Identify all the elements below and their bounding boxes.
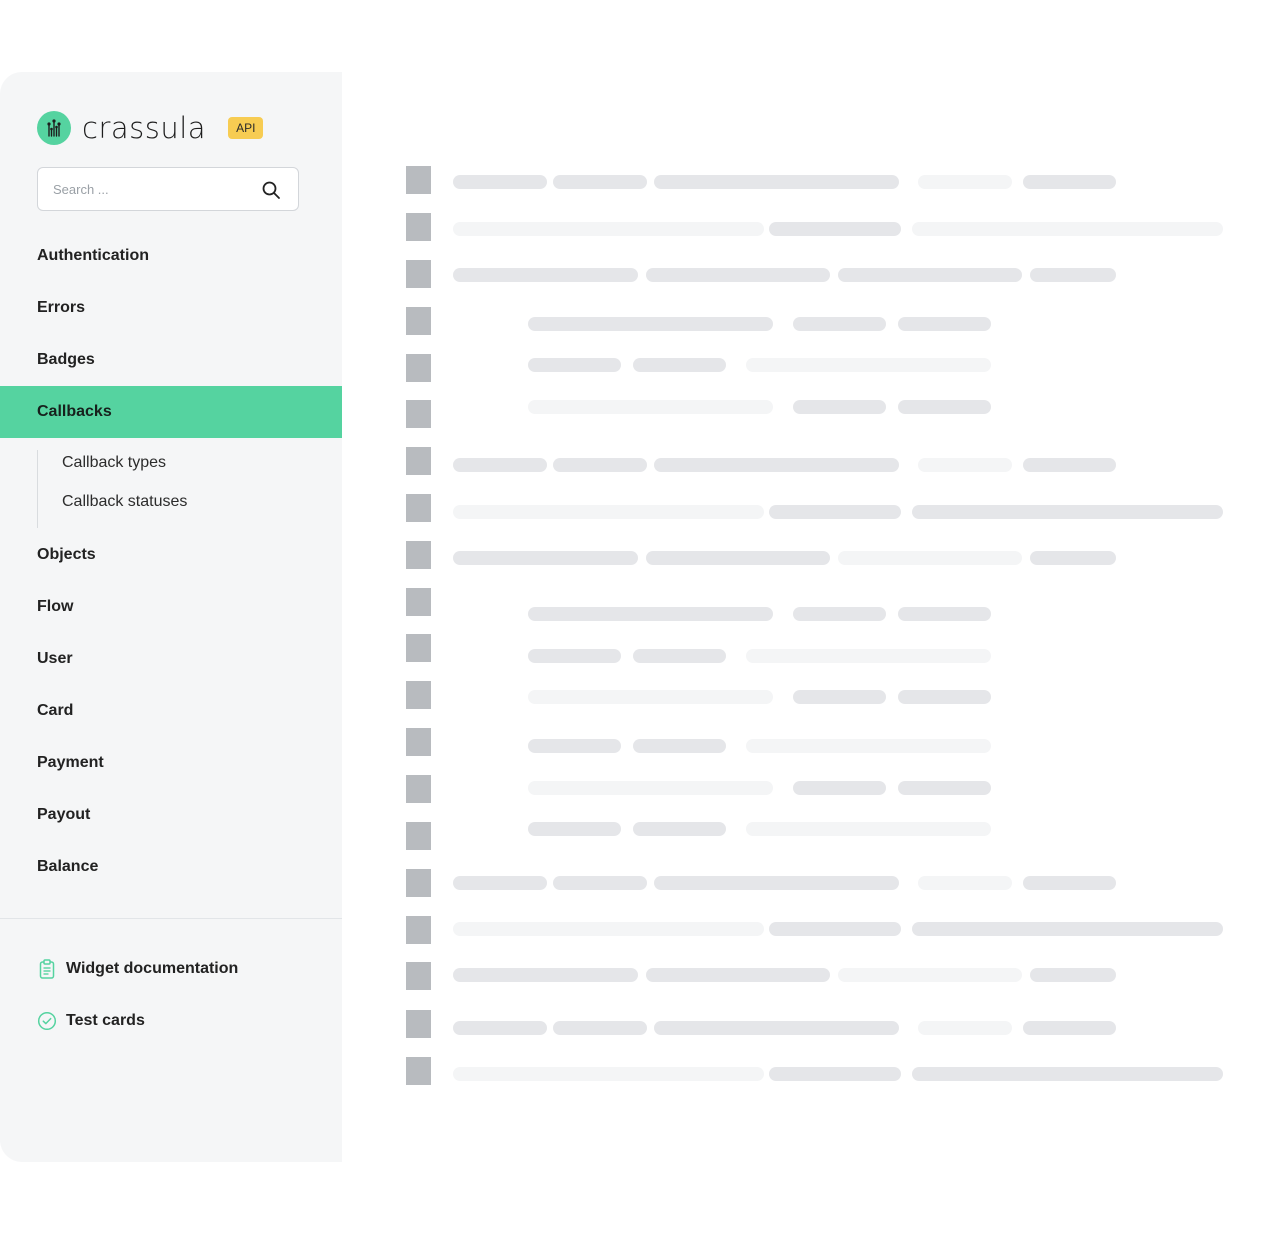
skeleton-bar: [769, 222, 901, 236]
skeleton-marker: [406, 213, 431, 241]
skeleton-bar: [528, 400, 773, 414]
skeleton-bar: [912, 505, 1223, 519]
skeleton-bar: [769, 1067, 901, 1081]
skeleton-marker: [406, 354, 431, 382]
skeleton-bar: [793, 607, 886, 621]
skeleton-bar: [528, 739, 621, 753]
skeleton-bar: [453, 876, 547, 890]
skeleton-bar: [1023, 876, 1116, 890]
skeleton-bar: [553, 1021, 647, 1035]
skeleton-bar: [1030, 551, 1116, 565]
skeleton-bar: [838, 268, 1022, 282]
skeleton-bar: [553, 458, 647, 472]
skeleton-marker: [406, 681, 431, 709]
skeleton-bar: [793, 781, 886, 795]
skeleton-bar: [918, 458, 1012, 472]
skeleton-marker: [406, 494, 431, 522]
skeleton-bar: [528, 358, 621, 372]
skeleton-bar: [633, 649, 726, 663]
skeleton-marker: [406, 822, 431, 850]
skeleton-marker: [406, 307, 431, 335]
skeleton-marker: [406, 775, 431, 803]
skeleton-bar: [746, 822, 991, 836]
skeleton-marker: [406, 916, 431, 944]
skeleton-bar: [553, 175, 647, 189]
skeleton-bar: [633, 822, 726, 836]
skeleton-bar: [918, 876, 1012, 890]
skeleton-bar: [1023, 1021, 1116, 1035]
skeleton-bar: [746, 358, 991, 372]
skeleton-bar: [898, 781, 991, 795]
skeleton-bar: [646, 268, 830, 282]
skeleton-bar: [746, 649, 991, 663]
skeleton-bar: [1030, 968, 1116, 982]
skeleton-bar: [528, 607, 773, 621]
skeleton-marker: [406, 1010, 431, 1038]
skeleton-bar: [912, 922, 1223, 936]
skeleton-bar: [793, 400, 886, 414]
skeleton-bar: [1023, 458, 1116, 472]
skeleton-bar: [528, 649, 621, 663]
skeleton-bar: [633, 358, 726, 372]
skeleton-marker: [406, 962, 431, 990]
skeleton-bar: [769, 922, 901, 936]
skeleton-bar: [453, 505, 764, 519]
skeleton-marker: [406, 634, 431, 662]
skeleton-bar: [453, 551, 638, 565]
skeleton-bar: [912, 222, 1223, 236]
skeleton-bar: [453, 458, 547, 472]
skeleton-bar: [453, 968, 638, 982]
skeleton-bar: [453, 268, 638, 282]
skeleton-bar: [633, 739, 726, 753]
skeleton-bar: [453, 222, 764, 236]
skeleton-marker: [406, 400, 431, 428]
skeleton-bar: [912, 1067, 1223, 1081]
skeleton-bar: [793, 317, 886, 331]
skeleton-marker: [406, 447, 431, 475]
skeleton-bar: [838, 551, 1022, 565]
skeleton-bar: [793, 690, 886, 704]
skeleton-bar: [528, 690, 773, 704]
skeleton-bar: [654, 175, 899, 189]
skeleton-marker: [406, 869, 431, 897]
skeleton-bar: [528, 781, 773, 795]
skeleton-bar: [453, 922, 764, 936]
skeleton-bar: [453, 175, 547, 189]
skeleton-bar: [654, 1021, 899, 1035]
skeleton-bar: [528, 822, 621, 836]
skeleton-marker: [406, 541, 431, 569]
skeleton-bar: [654, 876, 899, 890]
skeleton-bar: [898, 607, 991, 621]
skeleton-marker: [406, 166, 431, 194]
skeleton-bar: [898, 400, 991, 414]
skeleton-bar: [646, 968, 830, 982]
skeleton-bar: [838, 968, 1022, 982]
skeleton-bar: [646, 551, 830, 565]
skeleton-bar: [769, 505, 901, 519]
skeleton-bar: [918, 175, 1012, 189]
skeleton-bar: [746, 739, 991, 753]
skeleton-bar: [1030, 268, 1116, 282]
skeleton-marker: [406, 728, 431, 756]
skeleton-bar: [918, 1021, 1012, 1035]
skeleton-marker: [406, 260, 431, 288]
skeleton-bar: [1023, 175, 1116, 189]
skeleton-marker: [406, 588, 431, 616]
skeleton-bar: [898, 690, 991, 704]
skeleton-bar: [453, 1021, 547, 1035]
skeleton-bar: [528, 317, 773, 331]
skeleton-bar: [898, 317, 991, 331]
skeleton-marker: [406, 1057, 431, 1085]
skeleton-bar: [453, 1067, 764, 1081]
skeleton-bar: [553, 876, 647, 890]
skeleton-bar: [654, 458, 899, 472]
content-loading-skeleton: [0, 0, 1272, 1236]
